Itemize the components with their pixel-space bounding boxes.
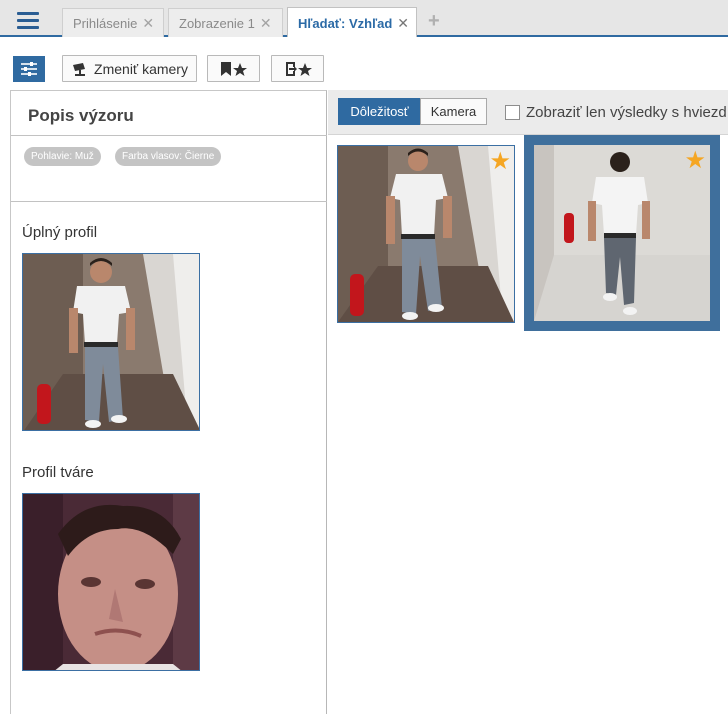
filter-chip-gender[interactable]: Pohlavie: Muž bbox=[24, 147, 101, 166]
filter-button[interactable] bbox=[13, 56, 45, 82]
toolbar: Zmeniť kamery bbox=[0, 37, 728, 90]
tab-hladat-vzhlad[interactable]: Hľadať: Vzhľad ✕ bbox=[287, 7, 417, 38]
camera-icon bbox=[73, 62, 86, 76]
face-profile-label: Profil tváre bbox=[22, 464, 94, 481]
starred-only-checkbox[interactable] bbox=[505, 105, 520, 120]
hamburger-icon[interactable] bbox=[8, 6, 48, 34]
panel-title: Popis výzoru bbox=[28, 106, 134, 125]
plus-icon[interactable]: + bbox=[428, 10, 440, 33]
tab-label: Zobrazenie 1 bbox=[179, 15, 255, 31]
appearance-description-panel: Popis výzoru Pohlavie: Muž Farba vlasov:… bbox=[10, 90, 327, 714]
tab-label: Hľadať: Vzhľad bbox=[298, 15, 393, 31]
result-thumbnail[interactable]: ★ bbox=[337, 145, 515, 323]
results-panel: Dôležitosť Kamera Zobraziť len výsledky … bbox=[328, 90, 728, 714]
change-cameras-button[interactable]: Zmeniť kamery bbox=[62, 55, 197, 82]
close-icon[interactable]: ✕ bbox=[397, 15, 409, 32]
divider bbox=[11, 201, 327, 202]
filter-chip-hair-color[interactable]: Farba vlasov: Čierne bbox=[115, 147, 222, 166]
change-cameras-label: Zmeniť kamery bbox=[94, 60, 188, 77]
tab-bar: Prihlásenie ✕ Zobrazenie 1 ✕ Hľadať: Vzh… bbox=[0, 0, 728, 38]
close-icon[interactable]: ✕ bbox=[260, 15, 272, 32]
full-profile-image[interactable] bbox=[22, 253, 200, 431]
full-profile-label: Úplný profil bbox=[22, 224, 98, 241]
result-thumbnail-selected[interactable]: ★ bbox=[524, 135, 720, 331]
sort-importance-button[interactable]: Dôležitosť bbox=[338, 98, 421, 125]
bookmark-star-icon bbox=[220, 61, 247, 76]
divider bbox=[11, 135, 327, 136]
tab-zobrazenie[interactable]: Zobrazenie 1 ✕ bbox=[168, 8, 283, 37]
export-star-icon bbox=[285, 61, 312, 76]
starred-only-label: Zobraziť len výsledky s hviezd bbox=[526, 104, 727, 121]
star-icon[interactable]: ★ bbox=[684, 149, 706, 173]
star-icon[interactable]: ★ bbox=[489, 150, 511, 174]
tab-prihlasenie[interactable]: Prihlásenie ✕ bbox=[62, 8, 164, 37]
bookmark-star-button[interactable] bbox=[207, 55, 260, 82]
tab-label: Prihlásenie bbox=[73, 15, 138, 31]
close-icon[interactable]: ✕ bbox=[142, 15, 154, 32]
sliders-icon bbox=[21, 62, 37, 76]
export-star-button[interactable] bbox=[271, 55, 324, 82]
sort-bar: Dôležitosť Kamera Zobraziť len výsledky … bbox=[328, 90, 728, 135]
face-profile-image[interactable] bbox=[22, 493, 200, 671]
sort-camera-button[interactable]: Kamera bbox=[420, 98, 487, 125]
